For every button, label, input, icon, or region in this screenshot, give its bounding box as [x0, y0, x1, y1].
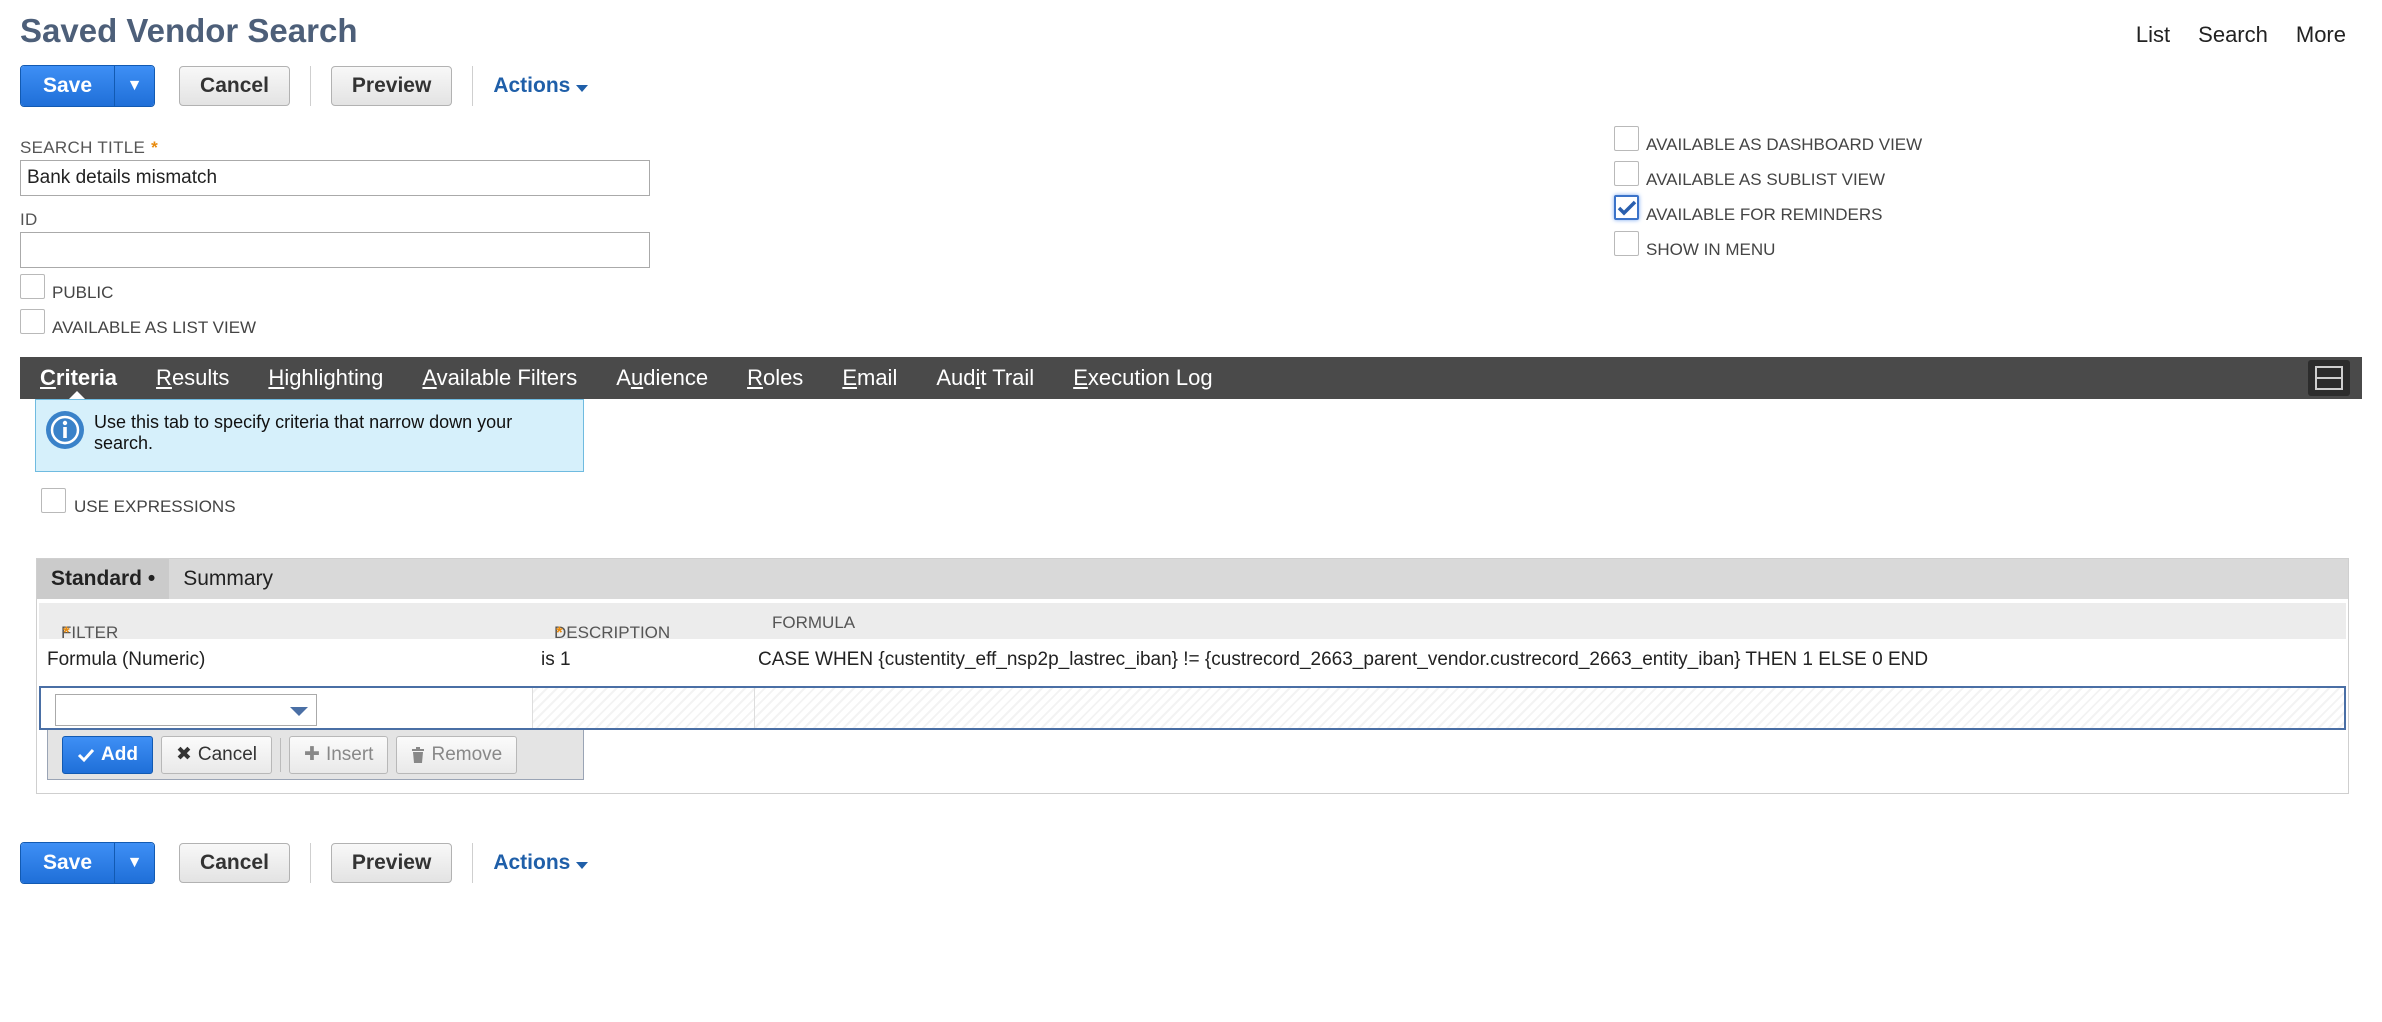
- cell-formula: CASE WHEN {custentity_eff_nsp2p_lastrec_…: [758, 649, 1929, 670]
- reminders-label: AVAILABLE FOR REMINDERS: [1646, 205, 1883, 224]
- trash-icon: [412, 746, 425, 763]
- cell-description: is 1: [541, 649, 571, 670]
- required-marker: *: [151, 138, 159, 157]
- add-row-button[interactable]: Add: [62, 735, 153, 774]
- button-divider: [280, 737, 282, 772]
- info-icon: [46, 411, 84, 449]
- id-label: ID: [20, 210, 38, 229]
- id-input[interactable]: [20, 232, 650, 268]
- actions-label: Actions: [493, 74, 571, 97]
- show-in-menu-label: SHOW IN MENU: [1646, 240, 1776, 259]
- preview-button[interactable]: Preview: [330, 843, 453, 883]
- top-links: List Search More: [2136, 22, 2346, 48]
- show-in-menu-checkbox[interactable]: [1614, 231, 1639, 256]
- column-divider: [754, 688, 755, 728]
- tab-available-filters[interactable]: Available Filters: [422, 365, 577, 391]
- chevron-down-icon: [290, 707, 308, 716]
- toolbar-divider: [472, 843, 474, 883]
- filter-select[interactable]: [55, 694, 317, 726]
- criteria-sublist: Standard • Summary FILTER * DESCRIPTION * …: [36, 558, 2349, 794]
- search-title-label: SEARCH TITLE *: [20, 138, 159, 157]
- remove-row-button[interactable]: Remove: [396, 735, 518, 774]
- top-link-more[interactable]: More: [2296, 22, 2346, 48]
- save-button[interactable]: Save: [21, 843, 115, 883]
- save-menu-arrow[interactable]: ▼: [114, 66, 155, 106]
- actions-menu[interactable]: Actions: [493, 851, 589, 875]
- sublist-tabs: Standard • Summary: [37, 559, 2348, 599]
- toolbar-divider: [309, 66, 311, 106]
- tab-execution-log[interactable]: Execution Log: [1073, 365, 1212, 391]
- top-toolbar: Save ▼ Cancel Preview Actions: [20, 65, 589, 107]
- toolbar-divider: [472, 66, 474, 106]
- filter-cell-editor: [41, 688, 533, 728]
- save-button[interactable]: Save: [21, 66, 115, 106]
- cancel-button[interactable]: Cancel: [179, 66, 290, 106]
- page-title: Saved Vendor Search: [20, 12, 358, 49]
- dashboard-view-checkbox[interactable]: [1614, 126, 1639, 151]
- save-button-group: Save ▼: [20, 65, 156, 107]
- bottom-toolbar: Save ▼ Cancel Preview Actions: [20, 842, 589, 884]
- tab-audit-trail[interactable]: Audit Trail: [936, 365, 1034, 391]
- cancel-row-button[interactable]: ✖ Cancel: [160, 735, 273, 774]
- list-view-label: AVAILABLE AS LIST VIEW: [52, 318, 257, 337]
- table-header: FILTER * DESCRIPTION * FORMULA: [39, 603, 2346, 642]
- toolbar-divider: [309, 843, 311, 883]
- cell-filter: Formula (Numeric): [47, 649, 206, 670]
- list-view-checkbox[interactable]: [20, 309, 45, 334]
- top-link-search[interactable]: Search: [2198, 22, 2268, 48]
- check-icon: [1617, 200, 1636, 215]
- preview-button[interactable]: Preview: [330, 66, 453, 106]
- tab-bar: Criteria Results Highlighting Available …: [20, 357, 2362, 399]
- close-icon: ✖: [175, 744, 192, 765]
- tab-results[interactable]: Results: [156, 365, 229, 391]
- tab-roles[interactable]: Roles: [747, 365, 803, 391]
- dashboard-view-label: AVAILABLE AS DASHBOARD VIEW: [1646, 135, 1923, 154]
- save-menu-arrow[interactable]: ▼: [114, 843, 155, 883]
- top-link-list[interactable]: List: [2136, 22, 2170, 48]
- public-checkbox[interactable]: [20, 274, 45, 299]
- cancel-button[interactable]: Cancel: [179, 843, 290, 883]
- chevron-down-icon: [576, 84, 589, 92]
- subtab-standard[interactable]: Standard •: [37, 559, 170, 599]
- sublist-view-label: AVAILABLE AS SUBLIST VIEW: [1646, 170, 1886, 189]
- insert-row-button[interactable]: ✚ Insert: [289, 735, 389, 774]
- layout-toggle-icon[interactable]: [2308, 360, 2350, 396]
- table-row[interactable]: Formula (Numeric) is 1 CASE WHEN {custen…: [39, 641, 2346, 681]
- column-header-formula: FORMULA: [772, 613, 856, 632]
- actions-label: Actions: [493, 851, 571, 874]
- use-expressions-checkbox[interactable]: [41, 488, 66, 513]
- tab-criteria[interactable]: Criteria: [40, 365, 117, 391]
- info-message: Use this tab to specify criteria that na…: [35, 399, 584, 472]
- tab-audience[interactable]: Audience: [616, 365, 708, 391]
- use-expressions-label: USE EXPRESSIONS: [74, 497, 236, 516]
- search-title-input[interactable]: [20, 160, 650, 196]
- plus-icon: ✚: [304, 744, 320, 765]
- sublist-view-checkbox[interactable]: [1614, 161, 1639, 186]
- tab-email[interactable]: Email: [842, 365, 897, 391]
- check-icon: [77, 748, 95, 762]
- new-row-editor: [39, 686, 2346, 730]
- subtab-summary[interactable]: Summary: [169, 559, 287, 599]
- save-button-group: Save ▼: [20, 842, 156, 884]
- tab-highlighting[interactable]: Highlighting: [268, 365, 383, 391]
- public-label: PUBLIC: [52, 283, 114, 302]
- actions-menu[interactable]: Actions: [493, 74, 589, 98]
- info-text: Use this tab to specify criteria that na…: [94, 412, 513, 453]
- reminders-checkbox[interactable]: [1614, 195, 1639, 220]
- row-action-buttons: Add ✖ Cancel ✚ Insert Remove: [47, 730, 584, 780]
- chevron-down-icon: [576, 861, 589, 869]
